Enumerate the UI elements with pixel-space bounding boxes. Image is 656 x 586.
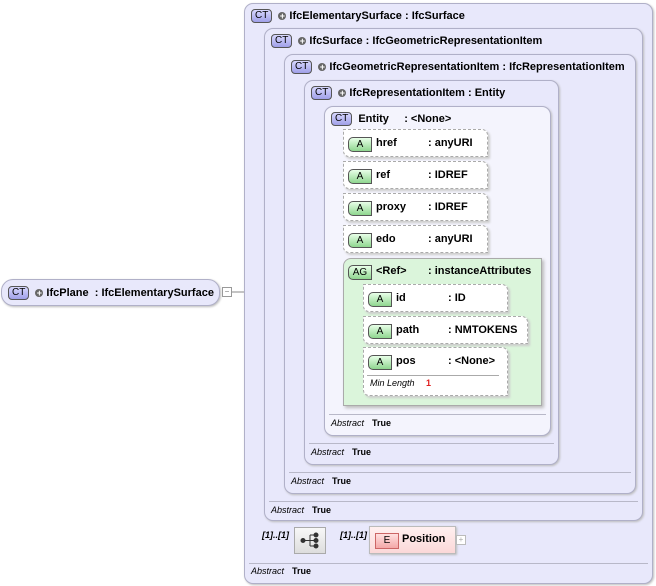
- attribute-type: : NMTOKENS: [448, 324, 518, 336]
- complex-type-badge: CT: [331, 112, 353, 126]
- attribute-badge: A: [348, 169, 372, 184]
- attribute-name: proxy: [376, 201, 406, 213]
- expand-toggle[interactable]: −: [222, 287, 232, 297]
- divider: [329, 414, 546, 415]
- type-base: : IfcSurface: [404, 9, 465, 22]
- attribute-proxy[interactable]: A proxy : IDREF: [343, 193, 488, 221]
- attribute-badge: A: [368, 355, 392, 370]
- attribute-group-type: : instanceAttributes: [428, 265, 532, 277]
- abstract-property: Abstract True: [311, 447, 372, 457]
- extension-icon: +: [338, 88, 347, 98]
- facet-value: 1: [426, 378, 432, 388]
- abstract-property: Abstract True: [331, 418, 392, 428]
- type-name: IfcRepresentationItem: [349, 86, 465, 99]
- complex-type-badge: CT: [311, 86, 333, 100]
- divider: [249, 563, 648, 564]
- attribute-type: : IDREF: [428, 201, 468, 213]
- element-occurrence: [1]..[1]: [340, 530, 367, 540]
- extension-icon: +: [318, 62, 327, 72]
- sequence-compositor[interactable]: [294, 527, 326, 554]
- type-base: : Entity: [468, 86, 506, 99]
- attribute-type: : anyURI: [428, 137, 473, 149]
- complex-type-badge: CT: [291, 60, 313, 74]
- attribute-type: : ID: [448, 292, 466, 304]
- type-name: IfcElementarySurface: [289, 9, 402, 22]
- attribute-badge: A: [368, 292, 392, 307]
- attribute-badge: A: [368, 324, 392, 339]
- abstract-property: Abstract True: [251, 566, 312, 576]
- type-name: IfcGeometricRepresentationItem: [329, 60, 500, 73]
- attribute-href[interactable]: A href : anyURI: [343, 129, 488, 157]
- abstract-property: Abstract True: [291, 476, 352, 486]
- type-name: IfcPlane: [46, 286, 89, 299]
- abstract-property: Abstract True: [271, 505, 332, 515]
- attribute-badge: A: [348, 201, 372, 216]
- attribute-type: : anyURI: [428, 233, 473, 245]
- divider: [289, 472, 631, 473]
- type-base: : IfcGeometricRepresentationItem: [365, 34, 543, 47]
- attribute-name: path: [396, 324, 420, 336]
- attribute-name: id: [396, 292, 406, 304]
- attribute-pos[interactable]: A pos : <None> Min Length 1: [363, 347, 508, 396]
- attribute-group-name: <Ref>: [376, 265, 407, 277]
- element-position[interactable]: E Position: [369, 526, 456, 554]
- facet-label: Min Length: [370, 378, 415, 388]
- extension-icon: +: [278, 11, 287, 21]
- attribute-name: href: [376, 137, 397, 149]
- sequence-occurrence: [1]..[1]: [262, 530, 289, 540]
- complex-type-badge: CT: [271, 34, 293, 48]
- attribute-badge: A: [348, 233, 372, 248]
- divider: [269, 501, 638, 502]
- type-base: : IfcElementarySurface: [94, 286, 214, 299]
- sequence-icon: [300, 532, 319, 549]
- type-name: Entity: [358, 112, 389, 125]
- element-badge: E: [375, 533, 399, 549]
- complex-type-badge: CT: [8, 286, 30, 300]
- attribute-type: : IDREF: [428, 169, 468, 181]
- attribute-badge: A: [348, 137, 372, 152]
- attribute-type: : <None>: [448, 355, 496, 367]
- type-base: : <None>: [404, 112, 452, 125]
- complex-type-badge: CT: [251, 9, 273, 23]
- attribute-path[interactable]: A path : NMTOKENS: [363, 316, 528, 344]
- attribute-name: ref: [376, 169, 391, 181]
- attribute-group-badge: AG: [348, 265, 372, 280]
- attribute-id[interactable]: A id : ID: [363, 284, 508, 312]
- attribute-name: pos: [396, 355, 416, 367]
- divider: [309, 443, 554, 444]
- attribute-name: edo: [376, 233, 396, 245]
- extension-icon: +: [35, 288, 44, 298]
- element-name: Position: [402, 533, 446, 545]
- attribute-ref[interactable]: A ref : IDREF: [343, 161, 488, 189]
- type-base: : IfcRepresentationItem: [502, 60, 625, 73]
- divider: [367, 375, 499, 376]
- type-name: IfcSurface: [309, 34, 363, 47]
- attribute-edo[interactable]: A edo : anyURI: [343, 225, 488, 253]
- extension-icon: +: [298, 36, 307, 46]
- expand-element-button[interactable]: +: [456, 535, 466, 545]
- root-complex-type-ifcplane[interactable]: CT + IfcPlane : IfcElementarySurface: [1, 279, 220, 306]
